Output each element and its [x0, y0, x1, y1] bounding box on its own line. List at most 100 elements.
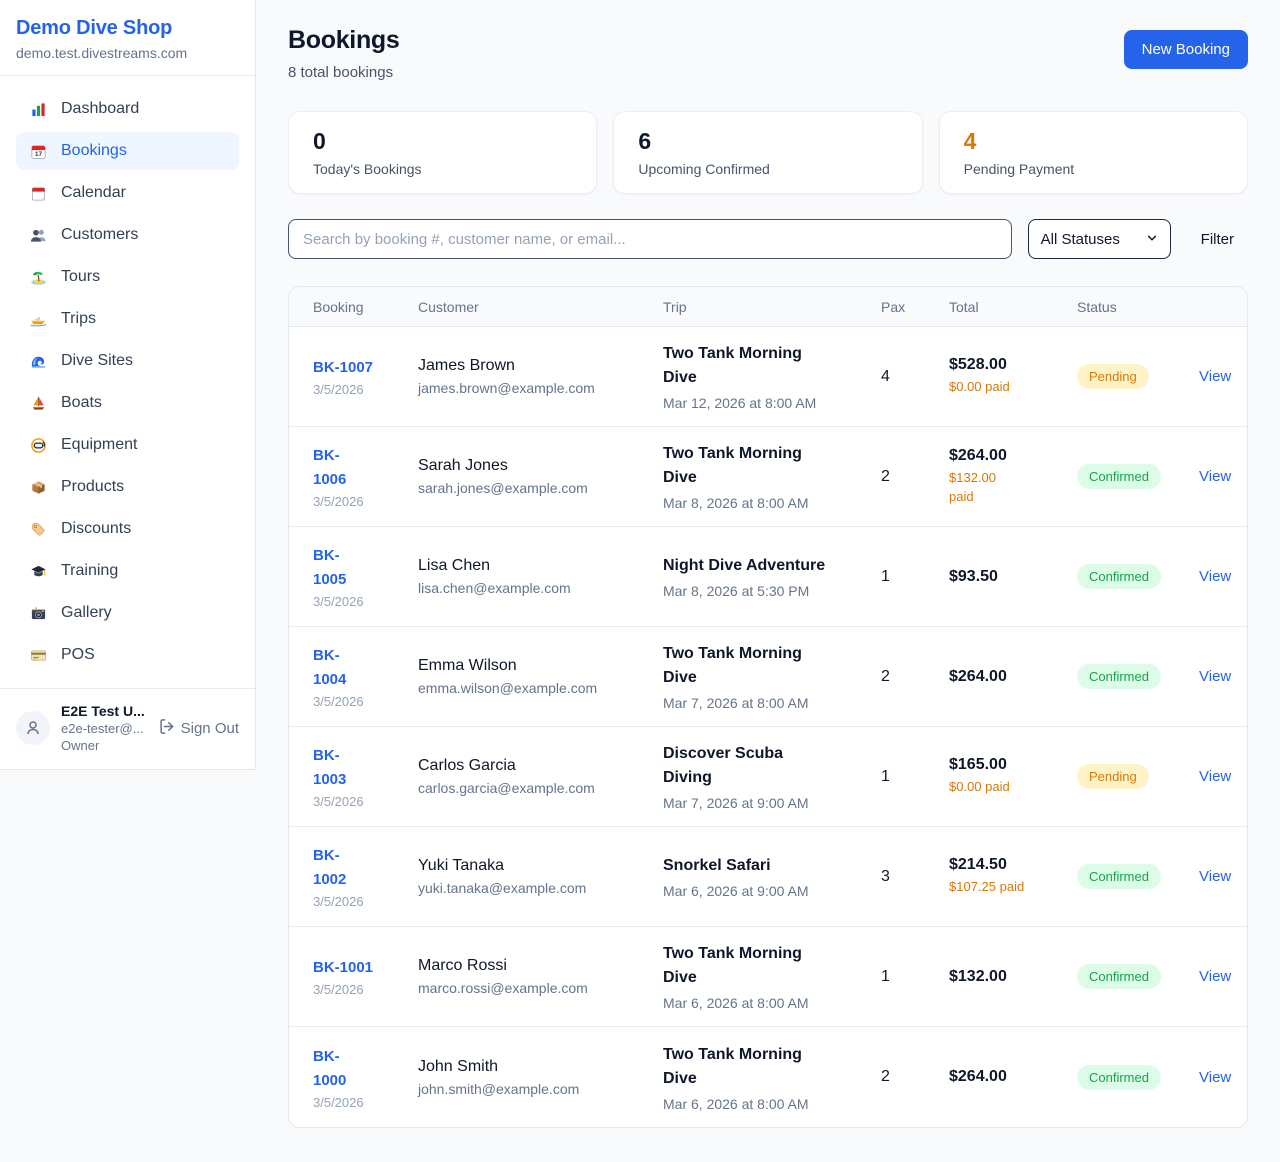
view-link[interactable]: View [1199, 968, 1235, 985]
paid-amount: $132.00 paid [949, 469, 1053, 507]
view-link[interactable]: View [1199, 368, 1235, 385]
trip-name: Discover Scuba Diving [663, 742, 831, 790]
view-link[interactable]: View [1199, 868, 1235, 885]
booking-id-link[interactable]: BK- 1005 [313, 544, 418, 592]
sidebar-header: Demo Dive Shop demo.test.divestreams.com [0, 0, 255, 76]
customer-name: Sarah Jones [418, 457, 663, 475]
total-amount: $132.00 [949, 968, 1077, 986]
stat-value: 6 [638, 127, 897, 155]
sidebar-item-dashboard[interactable]: Dashboard [16, 90, 239, 128]
sidebar-item-label: Discounts [61, 520, 131, 538]
booking-id-link[interactable]: BK- 1002 [313, 844, 418, 892]
trip-datetime: Mar 6, 2026 at 8:00 AM [663, 995, 881, 1011]
view-link[interactable]: View [1199, 668, 1235, 685]
trip-name: Night Dive Adventure [663, 554, 831, 578]
trip-datetime: Mar 12, 2026 at 8:00 AM [663, 395, 881, 411]
booking-id-link[interactable]: BK-1001 [313, 956, 418, 980]
sidebar-item-equipment[interactable]: Equipment [16, 426, 239, 464]
column-header-booking: Booking [313, 299, 418, 315]
booking-id-link[interactable]: BK- 1004 [313, 644, 418, 692]
stat-label: Pending Payment [964, 161, 1223, 177]
sidebar-item-label: Bookings [61, 142, 127, 160]
sidebar-item-training[interactable]: Training [16, 552, 239, 590]
table-row: BK- 1003 3/5/2026 Carlos Garcia carlos.g… [289, 727, 1247, 827]
bar-chart-icon [28, 100, 48, 118]
booking-date: 3/5/2026 [313, 794, 418, 809]
island-icon [28, 268, 48, 286]
table-row: BK- 1006 3/5/2026 Sarah Jones sarah.jone… [289, 427, 1247, 527]
status-filter-select[interactable]: All Statuses [1028, 219, 1171, 259]
booking-date: 3/5/2026 [313, 1095, 418, 1110]
sidebar-item-discounts[interactable]: Discounts [16, 510, 239, 548]
status-badge: Confirmed [1077, 564, 1161, 589]
view-link[interactable]: View [1199, 1069, 1235, 1086]
sidebar-item-boats[interactable]: Boats [16, 384, 239, 422]
column-header-total: Total [949, 299, 1077, 315]
search-input[interactable] [288, 219, 1012, 259]
stat-card-pending-payment: 4 Pending Payment [939, 111, 1248, 194]
package-box-icon [28, 478, 48, 496]
bookings-table: Booking Customer Trip Pax Total Status B… [288, 286, 1248, 1128]
wave-icon [28, 352, 48, 370]
credit-card-icon [28, 646, 48, 664]
sidebar-item-calendar[interactable]: Calendar [16, 174, 239, 212]
trip-name: Two Tank Morning Dive [663, 942, 831, 990]
sailboat-icon [28, 394, 48, 412]
trip-datetime: Mar 6, 2026 at 8:00 AM [663, 1096, 881, 1112]
sidebar-item-tours[interactable]: Tours [16, 258, 239, 296]
new-booking-button[interactable]: New Booking [1124, 30, 1248, 69]
total-amount: $528.00 [949, 356, 1077, 374]
customer-email: sarah.jones@example.com [418, 480, 663, 496]
status-select-value: All Statuses [1041, 231, 1120, 248]
user-role: Owner [61, 738, 147, 753]
customer-name: Marco Rossi [418, 957, 663, 975]
sidebar-item-dive-sites[interactable]: Dive Sites [16, 342, 239, 380]
customer-name: John Smith [418, 1058, 663, 1076]
booking-id-link[interactable]: BK- 1006 [313, 444, 418, 492]
trip-datetime: Mar 7, 2026 at 9:00 AM [663, 795, 881, 811]
sign-out-button[interactable]: Sign Out [158, 718, 239, 739]
column-header-trip: Trip [663, 299, 881, 315]
booking-id-link[interactable]: BK- 1000 [313, 1045, 418, 1093]
sidebar-item-label: Dive Sites [61, 352, 133, 370]
booking-id-link[interactable]: BK- 1003 [313, 744, 418, 792]
person-icon [24, 719, 42, 737]
view-link[interactable]: View [1199, 568, 1235, 585]
trip-name: Two Tank Morning Dive [663, 1043, 831, 1091]
users-icon [28, 226, 48, 244]
customer-email: james.brown@example.com [418, 380, 663, 396]
sidebar-item-customers[interactable]: Customers [16, 216, 239, 254]
total-amount: $165.00 [949, 756, 1077, 774]
sidebar-item-gallery[interactable]: Gallery [16, 594, 239, 632]
view-link[interactable]: View [1199, 468, 1235, 485]
customer-email: john.smith@example.com [418, 1081, 663, 1097]
booking-date: 3/5/2026 [313, 382, 418, 397]
price-tag-icon [28, 520, 48, 538]
sidebar-item-label: Products [61, 478, 124, 496]
booking-date: 3/5/2026 [313, 494, 418, 509]
customer-email: lisa.chen@example.com [418, 580, 663, 596]
sidebar-item-label: Tours [61, 268, 100, 286]
sidebar-item-label: Dashboard [61, 100, 139, 118]
status-badge: Confirmed [1077, 1065, 1161, 1090]
total-amount: $264.00 [949, 1068, 1077, 1086]
sidebar-item-pos[interactable]: POS [16, 636, 239, 674]
trip-name: Snorkel Safari [663, 854, 831, 878]
filter-button[interactable]: Filter [1187, 231, 1248, 248]
status-badge: Confirmed [1077, 664, 1161, 689]
booking-date: 3/5/2026 [313, 982, 418, 997]
app-root: Demo Dive Shop demo.test.divestreams.com… [0, 0, 1280, 1160]
stat-card-today-s-bookings: 0 Today's Bookings [288, 111, 597, 194]
table-row: BK- 1004 3/5/2026 Emma Wilson emma.wilso… [289, 627, 1247, 727]
pax-value: 1 [881, 568, 949, 586]
svg-text:17: 17 [34, 151, 42, 158]
booking-id-link[interactable]: BK-1007 [313, 356, 418, 380]
calendar-tearoff-icon [28, 184, 48, 202]
paid-amount: $0.00 paid [949, 778, 1053, 797]
sidebar-item-trips[interactable]: Trips [16, 300, 239, 338]
table-row: BK- 1002 3/5/2026 Yuki Tanaka yuki.tanak… [289, 827, 1247, 927]
sidebar-item-products[interactable]: Products [16, 468, 239, 506]
sidebar-item-bookings[interactable]: 17 Bookings [16, 132, 239, 170]
view-link[interactable]: View [1199, 768, 1235, 785]
trip-datetime: Mar 8, 2026 at 8:00 AM [663, 495, 881, 511]
